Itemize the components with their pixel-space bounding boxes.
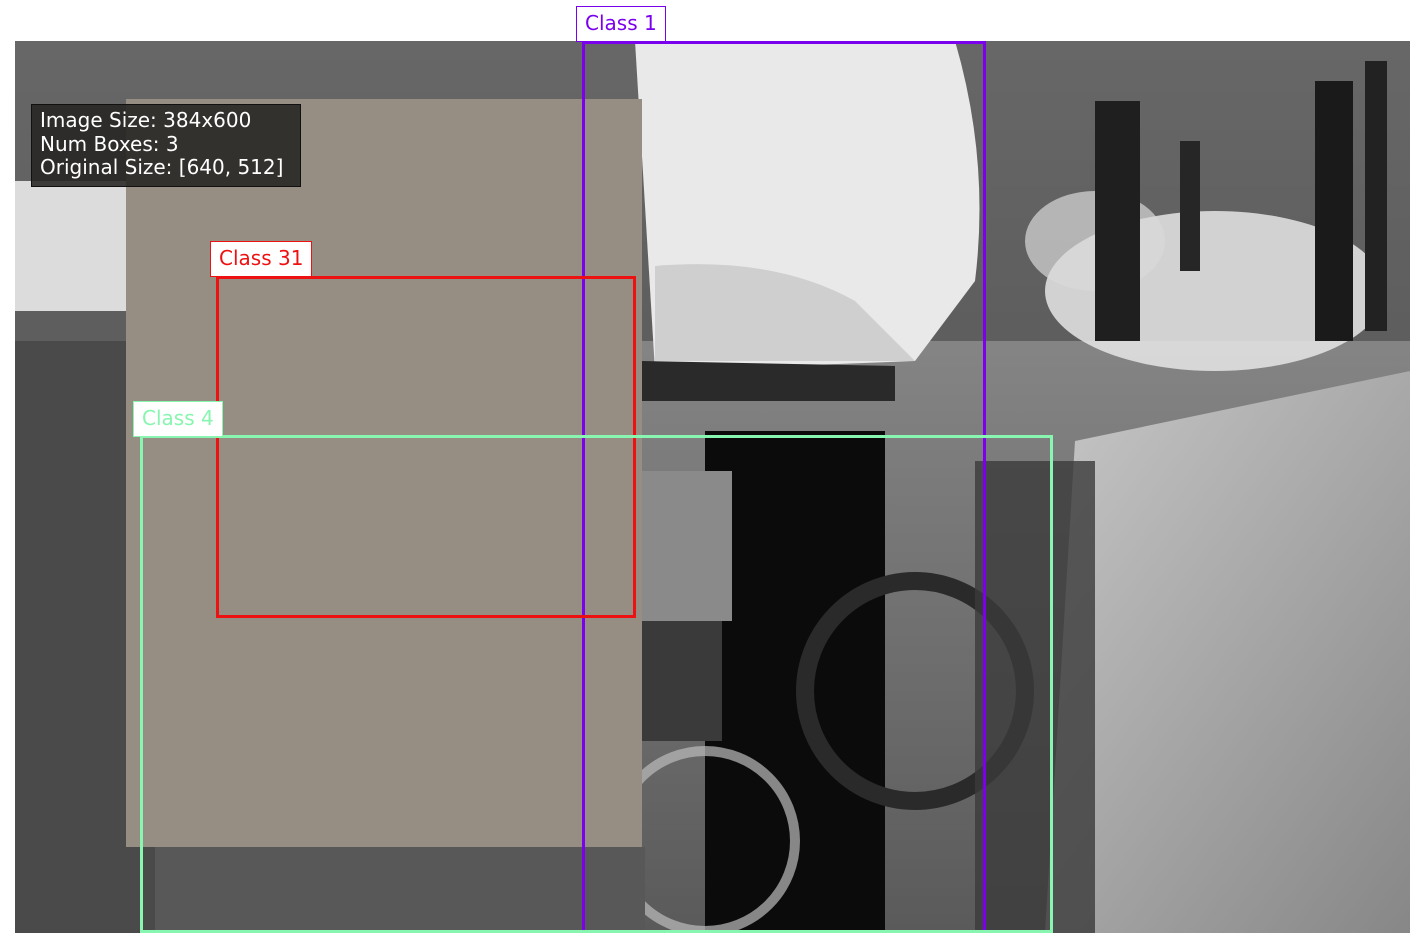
original-size-text: Original Size: [640, 512]	[40, 155, 284, 179]
num-boxes-text: Num Boxes: 3	[40, 131, 179, 156]
bbox-class-4	[140, 435, 1053, 933]
bbox-label-class-31: Class 31	[210, 241, 313, 277]
bbox-label-class-4: Class 4	[133, 401, 223, 437]
bbox-label-class-1: Class 1	[576, 6, 666, 42]
image-info-panel: Image Size: 384x600 Num Boxes: 3 Origina…	[31, 104, 301, 187]
image-size-text: Image Size: 384x600	[40, 108, 252, 132]
